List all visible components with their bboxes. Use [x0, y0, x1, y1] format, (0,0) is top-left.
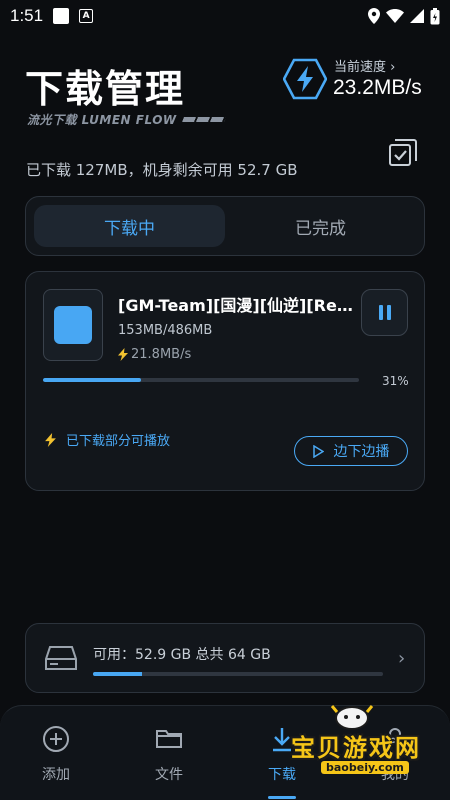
battery-icon: [430, 7, 440, 24]
storage-summary: 已下载 127MB，机身剩余可用 52.7 GB: [26, 161, 298, 179]
nav-add[interactable]: 添加: [26, 724, 86, 784]
pause-icon-bar-right: [386, 305, 391, 320]
storage-info: 可用：52.9 GB 总共 64 GB: [93, 647, 271, 663]
subtitle-text: 流光下载 LUMEN FLOW: [27, 113, 177, 127]
file-size: 153MB/486MB: [118, 323, 213, 338]
file-rate-value: 21.8MB/s: [131, 347, 192, 362]
file-name: [GM-Team][国漫][仙逆][Renegade Immortal]: [118, 296, 363, 315]
folder-icon: [156, 730, 182, 748]
page-subtitle: 流光下载 LUMEN FLOW: [27, 111, 226, 128]
wifi-icon: [386, 9, 404, 23]
status-time: 1:51: [10, 6, 44, 25]
lightning-hexagon-icon[interactable]: [283, 57, 327, 101]
tab-downloading[interactable]: 下载中: [34, 205, 225, 247]
signal-icon: [410, 9, 424, 23]
tab-completed[interactable]: 已完成: [225, 205, 416, 247]
nav-add-label: 添加: [42, 767, 70, 783]
hard-drive-icon: [45, 646, 77, 670]
location-icon: [368, 8, 380, 24]
download-progress-percent: 31%: [382, 374, 409, 388]
watermark-name: 宝贝游戏网: [291, 734, 421, 762]
watermark: 宝贝游戏网 baobeiy.com: [283, 700, 423, 780]
file-type-icon: [54, 306, 92, 344]
pause-button[interactable]: [361, 289, 408, 336]
stream-play-label: 边下边播: [333, 444, 390, 460]
app-badge-icon: A: [79, 9, 94, 23]
multi-select-icon[interactable]: [388, 138, 418, 168]
storage-usage-bar: [93, 672, 383, 676]
plus-circle-icon: [43, 726, 69, 752]
chevron-right-icon: ›: [398, 648, 406, 669]
file-rate: 21.8MB/s: [118, 347, 191, 362]
subtitle-decoration: [181, 117, 226, 122]
current-speed-value: 23.2MB/s: [333, 76, 422, 99]
pause-icon-bar-left: [378, 305, 383, 320]
stream-play-button[interactable]: 边下边播: [294, 436, 408, 466]
status-bar: 1:51 A: [0, 0, 450, 32]
partial-playable-text: 已下载部分可播放: [66, 434, 171, 449]
storage-card[interactable]: 可用：52.9 GB 总共 64 GB ›: [25, 623, 425, 693]
page-title: 下载管理: [25, 67, 186, 111]
download-progress-fill: [43, 378, 141, 382]
nav-files-label: 文件: [155, 767, 183, 783]
nav-active-indicator: [268, 796, 296, 799]
lightning-icon: [45, 432, 56, 447]
current-speed-label[interactable]: 当前速度 ›: [334, 56, 395, 75]
download-progress-bar: [43, 378, 359, 382]
partial-playable-note: 已下载部分可播放: [45, 430, 170, 449]
file-thumbnail: [43, 289, 103, 361]
lightning-icon: [118, 348, 128, 361]
nav-files[interactable]: 文件: [139, 724, 199, 784]
play-icon: [312, 444, 324, 458]
notification-icon: [53, 8, 70, 24]
download-card[interactable]: [GM-Team][国漫][仙逆][Renegade Immortal] 153…: [25, 271, 425, 491]
watermark-url: baobeiy.com: [321, 761, 409, 774]
download-tabs: 下载中 已完成: [25, 196, 425, 256]
storage-usage-fill: [93, 672, 143, 676]
